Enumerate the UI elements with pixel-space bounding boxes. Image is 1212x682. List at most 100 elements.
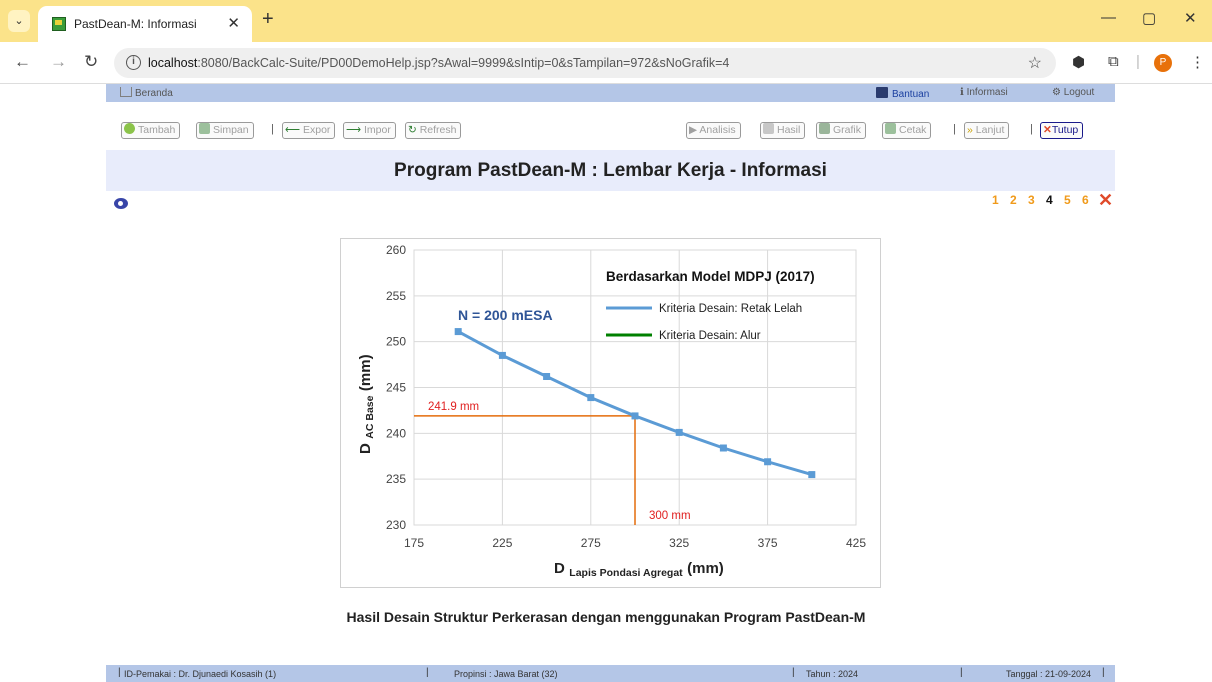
refresh-button[interactable]: ↻ Refresh	[405, 122, 462, 139]
double-chevron-icon: »	[967, 124, 976, 136]
footer-divider: |	[118, 667, 121, 678]
expor-button[interactable]: ⟵ Expor	[282, 122, 336, 139]
footer-divider: |	[792, 667, 795, 678]
eye-icon[interactable]	[114, 198, 128, 209]
x-guide-label: 300 mm	[649, 510, 691, 522]
book-icon	[876, 87, 888, 98]
grafik-button[interactable]: Grafik	[816, 122, 867, 139]
add-icon	[124, 123, 135, 134]
footer-divider: |	[1102, 667, 1105, 678]
data-point	[587, 394, 595, 402]
chart-annotation: N = 200 mESA	[458, 307, 553, 323]
window-close-button[interactable]: ✕	[1184, 9, 1197, 27]
x-tick-label: 375	[758, 536, 778, 550]
x-tick-label: 425	[846, 536, 866, 550]
footer-user: ID-Pemakai : Dr. Djunaedi Kosasih (1)	[124, 669, 277, 679]
impor-button[interactable]: ⟶ Impor	[343, 122, 396, 139]
nav-help-link[interactable]: Bantuan	[876, 87, 929, 100]
info-icon: ℹ	[960, 87, 967, 98]
hasil-button[interactable]: Hasil	[760, 122, 806, 139]
tambah-button[interactable]: Tambah	[121, 122, 181, 139]
bookmark-star-icon[interactable]: ☆	[1028, 53, 1042, 73]
design-chart: 230235240245250255260175 225 275 325 375 425 …	[357, 243, 866, 580]
toolbar-divider: |	[1136, 53, 1140, 70]
browser-menu-icon[interactable]: ⋮	[1190, 53, 1205, 71]
y-tick-label: 240	[386, 426, 406, 440]
page-link-1[interactable]: 1	[992, 193, 999, 207]
data-point	[719, 444, 727, 452]
app-favicon-icon	[52, 17, 66, 31]
simpan-button[interactable]: Simpan	[196, 122, 254, 139]
pager-close-icon[interactable]: ✕	[1098, 190, 1113, 211]
separator: |	[1030, 123, 1033, 135]
y-axis-title: D AC Base (mm)	[357, 354, 377, 454]
minimize-button[interactable]: —	[1101, 9, 1116, 26]
nav-home-link[interactable]: Beranda	[120, 87, 173, 99]
y-tick-label: 255	[386, 289, 406, 303]
y-tick-label: 235	[386, 472, 406, 486]
tab-search-button[interactable]: ⌄	[8, 10, 30, 32]
legend-label-retak: Kriteria Desain: Retak Lelah	[659, 303, 802, 315]
analisis-button[interactable]: ▶ Analisis	[686, 122, 741, 139]
x-tick-label: 325	[669, 536, 689, 550]
page-link-6[interactable]: 6	[1082, 193, 1089, 207]
y-tick-label: 245	[386, 381, 406, 395]
page-link-5[interactable]: 5	[1064, 193, 1071, 207]
lanjut-button[interactable]: » Lanjut	[964, 122, 1010, 139]
extension-shield-icon[interactable]: ⬢	[1072, 53, 1085, 71]
new-tab-button[interactable]: +	[262, 8, 274, 31]
nav-logout-link[interactable]: ⚙ Logout	[1052, 87, 1094, 98]
svg-text:D AC Base (mm): D AC Base (mm)	[357, 354, 377, 454]
table-icon	[763, 123, 774, 134]
home-icon	[120, 87, 132, 97]
y-tick-label: 260	[386, 243, 406, 257]
legend-title: Berdasarkan Model MDPJ (2017)	[606, 269, 815, 284]
address-bar[interactable]: i localhost:8080/BackCalc-Suite/PD00Demo…	[114, 48, 1056, 78]
arrow-right-icon: ⟶	[346, 124, 364, 136]
chart-container: 230 235 240 245 250 255 260 175 225 275 325 375 425 …	[340, 238, 881, 588]
tutup-button[interactable]: ✕Tutup	[1040, 122, 1084, 139]
x-axis-title: D Lapis Pondasi Agregat (mm)	[554, 560, 724, 580]
site-info-icon[interactable]: i	[126, 55, 141, 70]
page-link-2[interactable]: 2	[1010, 193, 1017, 207]
page-link-3[interactable]: 3	[1028, 193, 1035, 207]
x-tick-label: 175	[404, 536, 424, 550]
forward-button[interactable]: →	[50, 52, 67, 72]
page-title-bar: Program PastDean-M : Lembar Kerja - Info…	[106, 150, 1115, 191]
tab-title: PastDean-M: Informasi	[74, 17, 197, 31]
refresh-icon: ↻	[408, 124, 420, 136]
data-point	[764, 458, 772, 466]
url-text[interactable]: localhost:8080/BackCalc-Suite/PD00DemoHe…	[148, 56, 729, 70]
tab-close-icon[interactable]: ✕	[227, 14, 240, 32]
logout-icon: ⚙	[1052, 87, 1064, 98]
footer-province: Propinsi : Jawa Barat (32)	[454, 669, 558, 679]
data-point	[675, 428, 683, 436]
x-tick-label: 225	[492, 536, 512, 550]
footer-year: Tahun : 2024	[806, 669, 859, 679]
y-tick-label: 230	[386, 518, 406, 532]
data-point	[543, 373, 551, 380]
play-icon: ▶	[689, 124, 700, 136]
footer-divider: |	[426, 667, 429, 678]
save-icon	[199, 123, 210, 134]
nav-info-link[interactable]: ℹ Informasi	[960, 87, 1008, 98]
profile-avatar[interactable]: P	[1154, 54, 1172, 72]
y-guide-label: 241.9 mm	[428, 401, 479, 413]
page-link-4-current: 4	[1046, 193, 1053, 207]
status-footer: | ID-Pemakai : Dr. Djunaedi Kosasih (1) …	[106, 665, 1115, 682]
cetak-button[interactable]: Cetak	[882, 122, 932, 139]
data-point	[454, 328, 462, 336]
reload-button[interactable]: ↻	[84, 52, 98, 72]
chart-caption: Hasil Desain Struktur Perkerasan dengan …	[346, 609, 866, 625]
footer-divider: |	[960, 667, 963, 678]
browser-toolbar: ← → ↻ i localhost:8080/BackCalc-Suite/PD…	[0, 42, 1212, 84]
y-tick-label: 250	[386, 335, 406, 349]
data-point	[808, 471, 816, 479]
svg-text:D Lapis Pondasi Agregat (mm): D Lapis Pondasi Agregat (mm)	[554, 560, 724, 580]
extensions-puzzle-icon[interactable]: ⧉	[1108, 53, 1119, 70]
back-button[interactable]: ←	[14, 52, 31, 72]
restore-button[interactable]: ▢	[1142, 9, 1156, 27]
data-point	[631, 412, 639, 420]
browser-tab[interactable]: PastDean-M: Informasi ✕	[38, 6, 252, 42]
footer-date: Tanggal : 21-09-2024	[1006, 669, 1092, 679]
